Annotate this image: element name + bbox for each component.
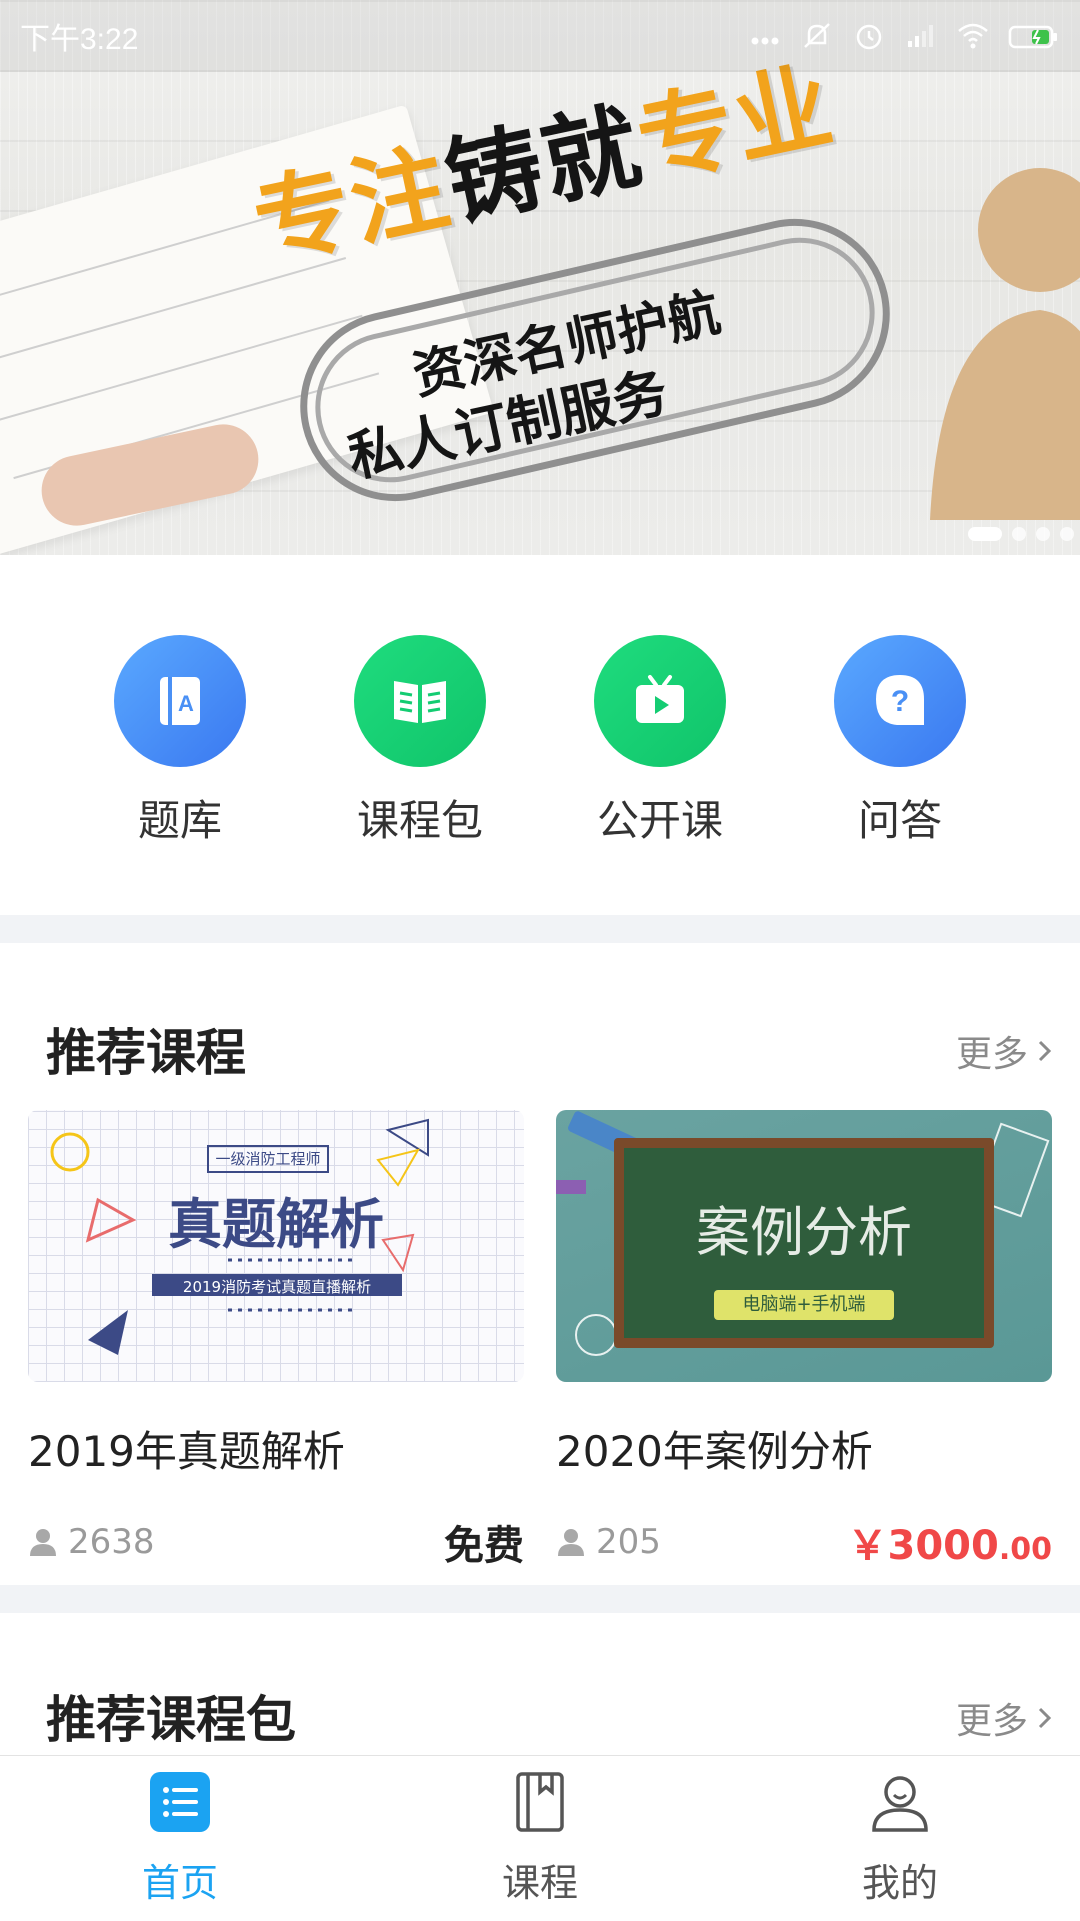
student-count: 2638 [28,1522,155,1562]
course-title: 2019年真题解析 [28,1427,345,1476]
user-icon [30,1529,56,1556]
banner-title-part: 铸就 [436,90,652,241]
question-bank-icon: A [114,635,246,767]
bottom-nav: 首页 课程 我的 [0,1755,1080,1921]
price-integer: 3000 [887,1523,999,1569]
profile-user-icon [872,1776,928,1832]
user-icon [558,1529,584,1556]
quick-nav-label: 问答 [857,796,942,845]
more-link-packages[interactable]: 更多 [956,1692,1054,1744]
course-price: ￥3000.00 [848,1513,1052,1571]
wifi-icon [958,23,988,49]
svg-text:A: A [178,691,194,716]
course-thumbnail: 一级消防工程师 真题解析 2019消防考试真题直播解析 [28,1110,524,1382]
tab-label: 课程 [501,1861,578,1905]
tab-profile[interactable]: 我的 [800,1770,1000,1907]
chalkboard-decoration: 案例分析 电脑端+手机端 [614,1138,994,1348]
banner-dot-active[interactable] [968,527,1002,541]
home-list-icon [150,1772,210,1832]
banner-person-silhouette [930,168,1080,520]
quick-nav-qa[interactable]: ? 问答 [810,635,990,848]
promo-banner[interactable]: 专注铸就专业 资深名师护航 私人订制服务 下午3:22 [0,0,1080,555]
tab-label: 我的 [861,1861,938,1905]
svg-text:?: ? [891,685,909,718]
status-time: 下午3:22 [20,23,139,56]
thumb-subtitle: 2019消防考试真题直播解析 [182,1278,372,1296]
tab-home[interactable]: 首页 [80,1770,280,1907]
status-bar: 下午3:22 [0,0,1080,72]
alarm-icon [856,24,882,50]
more-label: 更多 [955,1701,1028,1742]
course-package-icon [354,635,486,767]
banner-pagination [968,527,1074,541]
student-count-value: 2638 [68,1522,155,1562]
course-book-icon [516,1772,564,1832]
section-title-recommend-courses: 推荐课程 [46,1024,246,1082]
section-title-recommend-packages: 推荐课程包 [46,1691,296,1749]
student-count: 205 [556,1522,661,1562]
section-divider [0,915,1080,943]
course-thumbnail: 案例分析 电脑端+手机端 [556,1110,1052,1382]
more-link-courses[interactable]: 更多 [956,1025,1054,1077]
qa-bubble-icon: ? [834,635,966,767]
thumb-title: 真题解析 [168,1193,384,1256]
tab-label: 首页 [141,1861,218,1905]
thumb-tag: 一级消防工程师 [215,1150,321,1168]
price-decimal: .00 [998,1532,1052,1567]
quick-nav-label: 题库 [137,796,222,845]
thumb-title: 案例分析 [696,1201,912,1264]
quick-nav-course-package[interactable]: 课程包 [330,635,510,848]
thumb-subtitle: 电脑端+手机端 [714,1290,894,1320]
course-price: 免费 [444,1523,524,1569]
section-divider [0,1585,1080,1613]
notifications-muted-icon [804,23,830,48]
quick-nav-label: 公开课 [596,796,723,845]
course-card[interactable]: 一级消防工程师 真题解析 2019消防考试真题直播解析 2019年真题解析 26… [28,1110,524,1571]
course-card[interactable]: 案例分析 电脑端+手机端 2020年案例分析 205 ￥3000.00 [556,1110,1052,1571]
more-label: 更多 [955,1034,1028,1075]
quick-nav-open-class[interactable]: 公开课 [570,635,750,848]
more-dots-icon [751,37,779,45]
price-symbol: ￥ [847,1523,888,1569]
student-count-value: 205 [596,1522,661,1562]
banner-dot[interactable] [1060,527,1074,541]
chevron-right-icon [1038,1040,1052,1062]
open-class-tv-icon [594,635,726,767]
quick-nav-label: 课程包 [356,796,483,845]
chevron-right-icon [1038,1707,1052,1729]
banner-dot[interactable] [1012,527,1026,541]
tab-courses[interactable]: 课程 [440,1770,640,1907]
battery-charging-icon [1008,25,1057,49]
quick-nav-question-bank[interactable]: A 题库 [90,635,270,848]
course-title: 2020年案例分析 [556,1427,873,1476]
signal-icon [908,25,933,47]
banner-dot[interactable] [1036,527,1050,541]
quick-nav: A 题库 课程包 公开课 ? 问答 [0,555,1080,915]
